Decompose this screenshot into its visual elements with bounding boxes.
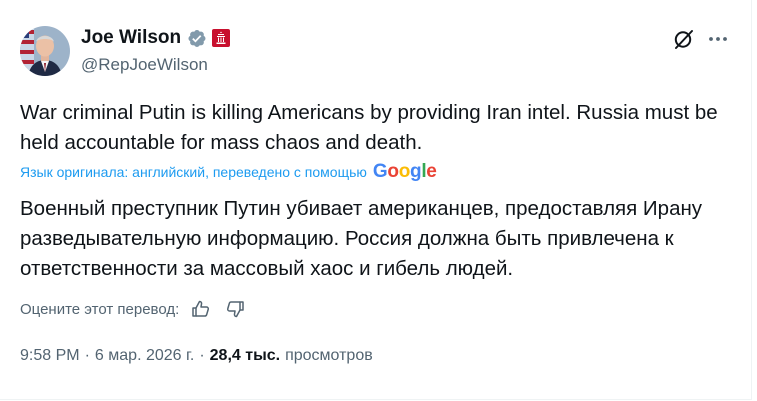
tweet-text: War criminal Putin is killing Americans … <box>20 101 718 154</box>
tweet-card: Joe Wilson @RepJoeWilson War criminal Pu… <box>0 0 752 400</box>
avatar-photo <box>20 26 70 76</box>
meta-separator: · <box>199 347 205 364</box>
rate-translation-label: Оцените этот перевод: <box>20 300 180 318</box>
tweet-time[interactable]: 9:58 PM <box>20 347 80 365</box>
author-name[interactable]: Joe Wilson <box>81 27 181 49</box>
tweet-date[interactable]: 6 мар. 2026 г. <box>95 347 194 365</box>
us-government-affiliation-icon[interactable] <box>212 29 231 47</box>
avatar[interactable] <box>20 26 70 76</box>
grok-icon[interactable] <box>672 27 696 51</box>
thumbs-down-icon[interactable] <box>225 299 245 319</box>
views-count: 28,4 тыс. <box>209 347 281 364</box>
google-logo: Google <box>372 161 437 182</box>
more-icon[interactable] <box>705 27 731 51</box>
views-label: просмотров <box>285 347 373 364</box>
translated-text: Военный преступник Путин убивает америка… <box>20 197 703 280</box>
author-handle[interactable]: @RepJoeWilson <box>81 55 208 75</box>
meta-separator: · <box>84 347 90 364</box>
tweet-meta: 9:58 PM · 6 мар. 2026 г. · 28,4 тыс. про… <box>20 347 373 365</box>
author-name-row: Joe Wilson <box>81 26 231 50</box>
translation-note-text: Язык оригинала: английский, переведено с… <box>20 164 367 180</box>
translation-note[interactable]: Язык оригинала: английский, переведено с… <box>20 161 437 182</box>
rate-translation-row: Оцените этот перевод: <box>20 299 245 319</box>
verified-badge-icon[interactable] <box>186 28 207 49</box>
thumbs-up-icon[interactable] <box>191 299 211 319</box>
